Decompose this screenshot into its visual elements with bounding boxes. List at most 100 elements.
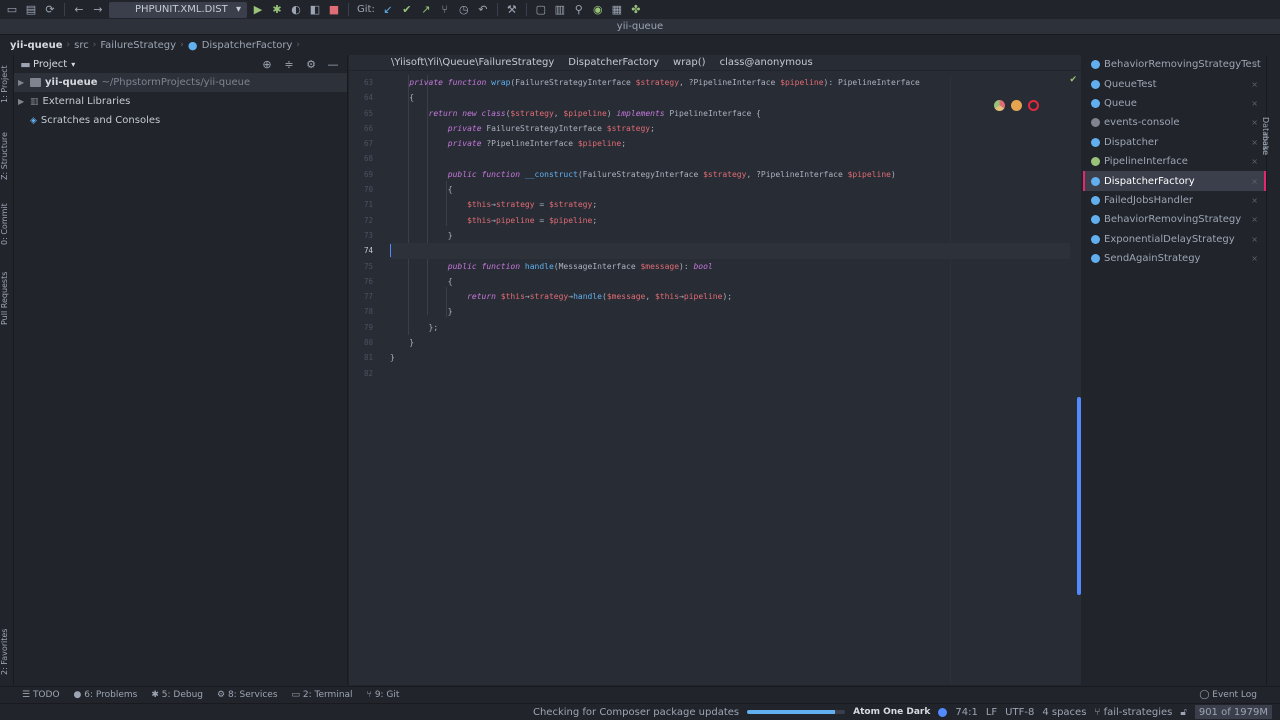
plugin-icon[interactable]: ✤: [628, 2, 644, 18]
editor-scrollbar[interactable]: [1077, 397, 1081, 595]
code-line[interactable]: [390, 243, 1070, 259]
code-line[interactable]: return new class($strategy, $pipeline) i…: [390, 106, 1070, 121]
gear-icon[interactable]: ⚙: [303, 56, 319, 72]
database-icon[interactable]: ▦: [609, 2, 625, 18]
code-line[interactable]: };: [390, 320, 1070, 335]
structure-icon[interactable]: ▥: [552, 2, 568, 18]
code-line[interactable]: public function __construct(FailureStrat…: [390, 167, 1070, 182]
line-number[interactable]: 70: [349, 182, 387, 197]
chevron-down-icon[interactable]: ▾: [71, 60, 75, 69]
git-push-icon[interactable]: ↗: [418, 2, 434, 18]
breadcrumb-method[interactable]: wrap(): [673, 57, 706, 68]
inspect-icon[interactable]: ◉: [590, 2, 606, 18]
chevron-right-icon[interactable]: ▶: [18, 97, 26, 106]
git-branches-icon[interactable]: ⑂: [437, 2, 453, 18]
tree-item-project-root[interactable]: ▶ yii-queue ~/PhpstormProjects/yii-queue: [14, 73, 347, 92]
services-tab[interactable]: ⚙ 8: Services: [217, 690, 278, 700]
debug-icon[interactable]: ✱: [269, 2, 285, 18]
debug-tab[interactable]: ✱ 5: Debug: [151, 690, 203, 700]
git-tab[interactable]: ⑂ 9: Git: [367, 690, 400, 700]
line-number[interactable]: 82: [349, 366, 387, 381]
run-icon[interactable]: ▶: [250, 2, 266, 18]
git-branch[interactable]: ⑂ fail-strategies: [1094, 707, 1172, 718]
tab-commit[interactable]: 0: Commit: [0, 203, 14, 254]
open-file-tab[interactable]: PipelineInterface ×: [1083, 152, 1266, 171]
line-number[interactable]: 80: [349, 335, 387, 350]
code-line[interactable]: $this→strategy = $strategy;: [390, 197, 1070, 212]
code-line[interactable]: }: [390, 228, 1070, 243]
line-number[interactable]: 64: [349, 90, 387, 105]
close-icon[interactable]: ×: [1251, 118, 1258, 127]
save-icon[interactable]: ▤: [23, 2, 39, 18]
search-icon[interactable]: ⚲: [571, 2, 587, 18]
chevron-right-icon[interactable]: ▶: [18, 78, 26, 87]
tab-make[interactable]: make: [1261, 133, 1280, 155]
code-line[interactable]: {: [390, 90, 1070, 105]
line-number[interactable]: 72: [349, 213, 387, 228]
code-line[interactable]: private function wrap(FailureStrategyInt…: [390, 75, 1070, 90]
code-line[interactable]: }: [390, 304, 1070, 319]
lock-icon[interactable]: 🔓︎: [1180, 707, 1186, 718]
line-number[interactable]: 63: [349, 75, 387, 90]
line-number[interactable]: 76: [349, 274, 387, 289]
breadcrumb-anonymous-class[interactable]: class@anonymous: [720, 57, 813, 68]
line-number[interactable]: 77: [349, 289, 387, 304]
close-icon[interactable]: ×: [1251, 196, 1258, 205]
profile-icon[interactable]: ◧: [307, 2, 323, 18]
close-icon[interactable]: ×: [1251, 99, 1258, 108]
line-separator[interactable]: LF: [986, 707, 997, 718]
line-number[interactable]: 79: [349, 320, 387, 335]
line-number[interactable]: 68: [349, 151, 387, 166]
run-config-selector[interactable]: PHPUNIT.XML.DIST ▾: [109, 1, 247, 18]
code-line[interactable]: return $this→strategy→handle($message, $…: [390, 289, 1070, 304]
code-lines[interactable]: private function wrap(FailureStrategyInt…: [390, 75, 1070, 381]
open-file-tab[interactable]: events-console ×: [1083, 113, 1266, 132]
open-file-tab[interactable]: QueueTest ×: [1083, 74, 1266, 93]
code-line[interactable]: [390, 151, 1070, 166]
wrench-icon[interactable]: ⚒: [504, 2, 520, 18]
file-encoding[interactable]: UTF-8: [1005, 707, 1034, 718]
open-file-tab[interactable]: BehaviorRemovingStrategyTest ×: [1083, 55, 1266, 74]
open-file-tab[interactable]: SendAgainStrategy ×: [1083, 249, 1266, 268]
code-line[interactable]: [390, 366, 1070, 381]
tab-database[interactable]: Database: [1261, 117, 1280, 155]
open-file-tab[interactable]: Queue ×: [1083, 94, 1266, 113]
line-number[interactable]: 73: [349, 228, 387, 243]
open-file-tab[interactable]: ExponentialDelayStrategy ×: [1083, 230, 1266, 249]
git-commit-icon[interactable]: ✔: [399, 2, 415, 18]
project-view-selector[interactable]: Project: [33, 59, 67, 70]
tree-item-scratches[interactable]: ◈ Scratches and Consoles: [14, 111, 347, 130]
problems-tab[interactable]: ● 6: Problems: [74, 690, 138, 700]
coverage-icon[interactable]: ◐: [288, 2, 304, 18]
tab-structure[interactable]: Z: Structure: [0, 132, 14, 189]
memory-indicator[interactable]: 901 of 1979M: [1194, 705, 1272, 719]
rollback-icon[interactable]: ↶: [475, 2, 491, 18]
code-line[interactable]: {: [390, 182, 1070, 197]
locate-icon[interactable]: ⊕: [259, 56, 275, 72]
nav-failure-strategy[interactable]: FailureStrategy: [100, 40, 176, 51]
nav-project[interactable]: yii-queue: [10, 40, 63, 51]
tab-pull-requests[interactable]: Pull Requests: [0, 272, 14, 334]
theme-name[interactable]: Atom One Dark: [853, 707, 930, 717]
tab-favorites[interactable]: 2: Favorites: [0, 629, 14, 684]
back-icon[interactable]: ←: [71, 2, 87, 18]
sync-icon[interactable]: ⟳: [42, 2, 58, 18]
event-log-tab[interactable]: ◯ Event Log: [1199, 690, 1257, 700]
forward-icon[interactable]: →: [90, 2, 106, 18]
code-line[interactable]: private ?PipelineInterface $pipeline;: [390, 136, 1070, 151]
line-number[interactable]: 74: [349, 243, 387, 258]
code-line[interactable]: public function handle(MessageInterface …: [390, 259, 1070, 274]
history-icon[interactable]: ◷: [456, 2, 472, 18]
line-number[interactable]: 69: [349, 167, 387, 182]
close-icon[interactable]: ×: [1251, 235, 1258, 244]
close-icon[interactable]: ×: [1251, 215, 1258, 224]
background-task-text[interactable]: Checking for Composer package updates: [533, 707, 739, 718]
line-number[interactable]: 75: [349, 259, 387, 274]
todo-tab[interactable]: ☰ TODO: [22, 690, 60, 700]
code-line[interactable]: }: [390, 350, 1070, 365]
breadcrumb-class[interactable]: DispatcherFactory: [568, 57, 659, 68]
collapse-all-icon[interactable]: ≑: [281, 56, 297, 72]
nav-dispatcher-factory[interactable]: DispatcherFactory: [202, 40, 293, 51]
breadcrumb-namespace[interactable]: \Yiisoft\Yii\Queue\FailureStrategy: [391, 57, 554, 68]
open-file-tab[interactable]: FailedJobsHandler ×: [1083, 191, 1266, 210]
